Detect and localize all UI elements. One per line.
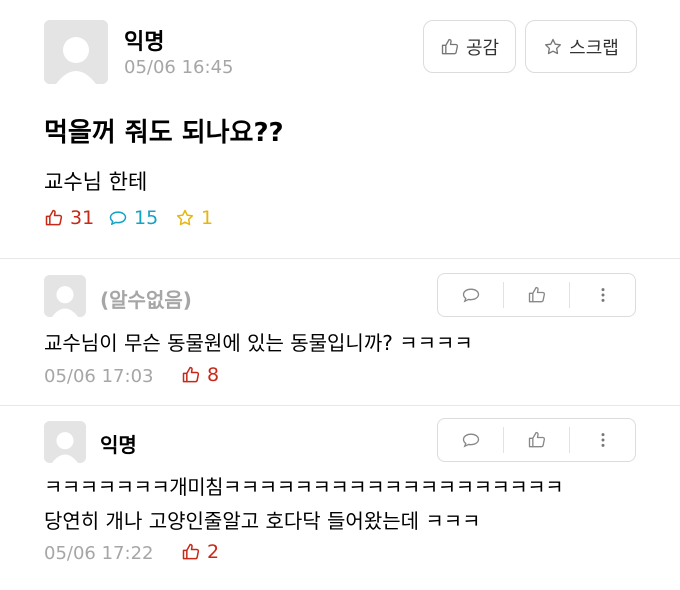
more-vertical-icon	[601, 433, 604, 447]
more-options-button[interactable]	[569, 427, 635, 453]
comment-text-line-2: 당연히 개나 고양인줄알고 호다닥 들어왔는데 ㅋㅋㅋ	[44, 509, 481, 533]
user-silhouette-icon	[44, 421, 86, 463]
comment-timestamp: 05/06 17:22	[44, 543, 154, 564]
comment-like-count-value: 8	[207, 364, 220, 386]
comment-like-button[interactable]	[503, 427, 569, 453]
comment-divider	[0, 405, 680, 406]
comment-author: 익명	[100, 433, 137, 457]
comment-avatar	[44, 275, 86, 317]
star-icon	[545, 38, 562, 54]
post-comment-count-value: 15	[134, 207, 159, 229]
comment-author: (알수없음)	[100, 288, 192, 312]
user-silhouette-icon	[44, 275, 86, 317]
post-scrap-count: 1	[175, 207, 213, 229]
comment-actions	[437, 273, 636, 317]
like-button-label: 공감	[465, 37, 500, 59]
post-like-count-value: 31	[70, 207, 95, 229]
star-icon	[176, 209, 194, 226]
thumbs-up-icon	[528, 431, 545, 448]
comment-like-count-value: 2	[207, 541, 220, 563]
post-like-count: 31	[44, 207, 94, 229]
comment-text-line-1: ㅋㅋㅋㅋㅋㅋㅋ개미침ㅋㅋㅋㅋㅋㅋㅋㅋㅋㅋㅋㅋㅋㅋㅋㅋㅋㅋㅋ	[44, 475, 564, 499]
comment-actions	[437, 418, 636, 462]
user-silhouette-icon	[44, 20, 108, 84]
comment-like-count: 8	[181, 364, 219, 386]
comment-avatar	[44, 421, 86, 463]
thumbs-up-icon	[441, 38, 458, 54]
comment-text: 교수님이 무슨 동물원에 있는 동물입니까? ㅋㅋㅋㅋ	[44, 331, 473, 355]
post-author: 익명	[124, 30, 165, 55]
scrap-button[interactable]: 스크랩	[525, 20, 637, 73]
post-comment-count: 15	[108, 207, 158, 229]
thumbs-up-icon	[182, 366, 200, 383]
thumbs-up-icon	[528, 286, 545, 303]
post-divider	[0, 258, 680, 259]
post-body: 교수님 한테	[44, 170, 148, 194]
comment-like-button[interactable]	[503, 282, 569, 308]
comment-like-count: 2	[181, 541, 219, 563]
comment-bubble-icon	[462, 433, 479, 448]
post-avatar	[44, 20, 108, 84]
reply-button[interactable]	[438, 419, 503, 461]
more-vertical-icon	[601, 288, 604, 302]
like-button[interactable]: 공감	[423, 20, 516, 73]
reply-button[interactable]	[438, 274, 503, 316]
thumbs-up-icon	[182, 543, 200, 560]
post-title: 먹을꺼 줘도 되나요??	[44, 118, 284, 148]
comment-timestamp: 05/06 17:03	[44, 366, 154, 387]
more-options-button[interactable]	[569, 282, 635, 308]
post-scrap-count-value: 1	[201, 207, 214, 229]
thumbs-up-icon	[45, 209, 63, 226]
comment-bubble-icon	[462, 288, 479, 303]
comment-bubble-icon	[109, 211, 127, 225]
post-timestamp: 05/06 16:45	[124, 57, 234, 78]
scrap-button-label: 스크랩	[569, 37, 619, 59]
